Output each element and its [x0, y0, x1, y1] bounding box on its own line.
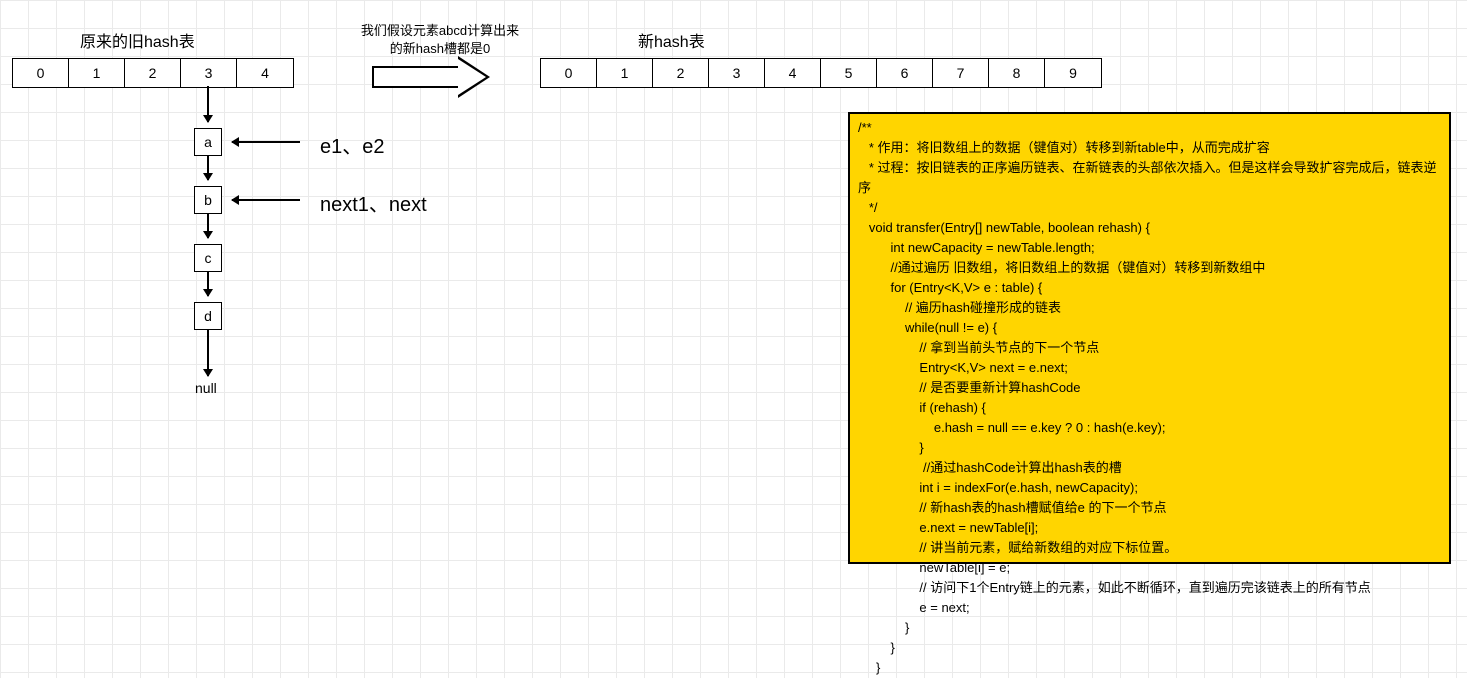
pointer-arrow-b: [232, 199, 300, 201]
new-slot-3: 3: [709, 59, 765, 87]
note-line-1: 我们假设元素abcd计算出来: [361, 23, 519, 38]
old-slot-2: 2: [125, 59, 181, 87]
new-slot-1: 1: [597, 59, 653, 87]
null-label: null: [195, 380, 217, 396]
note-line-2: 的新hash槽都是0: [390, 41, 490, 56]
old-slot-0: 0: [13, 59, 69, 87]
new-slot-0: 0: [541, 59, 597, 87]
new-slot-4: 4: [765, 59, 821, 87]
arrow-d-to-null: [207, 330, 209, 376]
new-slot-9: 9: [1045, 59, 1101, 87]
new-slot-7: 7: [933, 59, 989, 87]
transfer-arrow: [372, 56, 492, 98]
old-slot-3: 3: [181, 59, 237, 87]
pointer-label-a: e1、e2: [320, 130, 385, 159]
new-hash-table: 0 1 2 3 4 5 6 7 8 9: [540, 58, 1102, 88]
arrow-c-to-d: [207, 272, 209, 296]
node-a: a: [194, 128, 222, 156]
old-hash-table: 0 1 2 3 4: [12, 58, 294, 88]
assumption-note: 我们假设元素abcd计算出来 的新hash槽都是0: [350, 22, 530, 58]
node-c: c: [194, 244, 222, 272]
old-slot-4: 4: [237, 59, 293, 87]
node-b: b: [194, 186, 222, 214]
new-slot-6: 6: [877, 59, 933, 87]
old-table-title: 原来的旧hash表: [80, 28, 195, 52]
pointer-label-b: next1、next: [320, 188, 427, 217]
arrow-a-to-b: [207, 156, 209, 180]
arrow-b-to-c: [207, 214, 209, 238]
code-box: /** * 作用：将旧数组上的数据（键值对）转移到新table中，从而完成扩容 …: [848, 112, 1451, 564]
old-slot-1: 1: [69, 59, 125, 87]
node-d: d: [194, 302, 222, 330]
new-table-title: 新hash表: [638, 28, 705, 52]
new-slot-8: 8: [989, 59, 1045, 87]
arrow-to-a: [207, 86, 209, 122]
new-slot-2: 2: [653, 59, 709, 87]
pointer-arrow-a: [232, 141, 300, 143]
new-slot-5: 5: [821, 59, 877, 87]
